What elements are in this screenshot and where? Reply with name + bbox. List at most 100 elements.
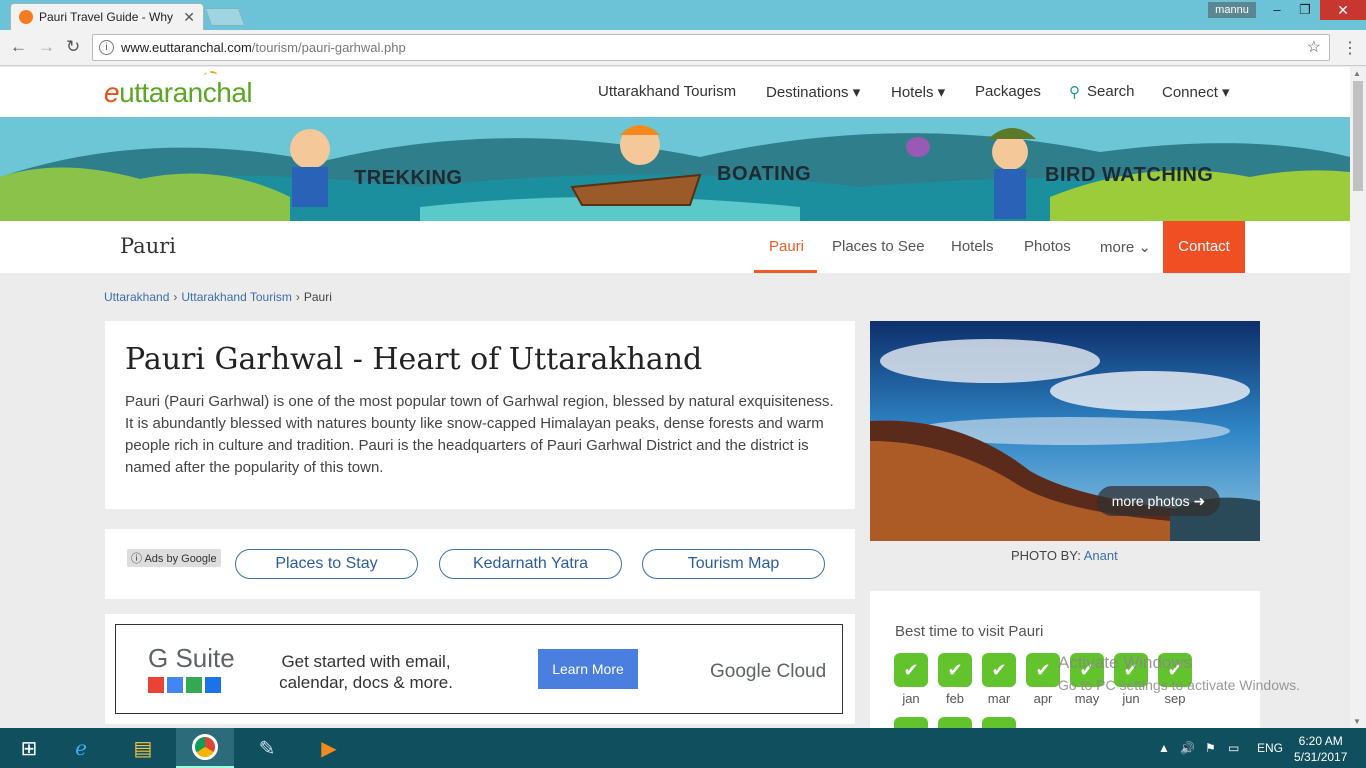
check-icon: [938, 717, 972, 728]
minimize-icon[interactable]: –: [1262, 0, 1292, 20]
profile-badge[interactable]: mannu: [1208, 2, 1256, 18]
search-icon[interactable]: ⚲: [1069, 83, 1080, 101]
notepad-icon[interactable]: ✎: [238, 728, 296, 768]
gsuite-ad-text: Get started with email, calendar, docs &…: [279, 652, 453, 692]
ad-link-tourism-map[interactable]: Tourism Map: [642, 549, 825, 579]
media-player-icon[interactable]: ▶: [300, 728, 358, 768]
network-icon[interactable]: ▭: [1228, 741, 1239, 755]
breadcrumb-uttarakhand-tourism[interactable]: Uttarakhand Tourism: [181, 290, 292, 304]
tab-photos[interactable]: Photos: [1024, 238, 1071, 255]
check-icon: ✔: [982, 653, 1016, 687]
check-icon: ✔: [894, 653, 928, 687]
calendar-icon: [205, 677, 221, 693]
clock[interactable]: 6:20 AM 5/31/2017: [1294, 733, 1347, 765]
url-path: /tourism/pauri-garhwal.php: [251, 40, 406, 55]
destination-subnav: Pauri Pauri Places to See Hotels Photos …: [0, 221, 1350, 273]
file-explorer-icon[interactable]: ▤: [114, 728, 172, 768]
tab-more[interactable]: more ⌄: [1100, 238, 1151, 256]
site-header: euttaranchal Uttarakhand Tourism Destina…: [0, 67, 1350, 117]
site-logo[interactable]: euttaranchal: [104, 77, 253, 109]
forward-icon[interactable]: →: [38, 37, 55, 57]
info-icon[interactable]: i: [99, 40, 114, 55]
tab-places-to-see[interactable]: Places to See: [832, 238, 925, 255]
nav-uttarakhand-tourism[interactable]: Uttarakhand Tourism: [598, 83, 736, 100]
browser-menu-icon[interactable]: ⋮: [1342, 38, 1358, 58]
activities-banner: TREKKING BOATING BIRD WATCHING: [0, 117, 1350, 221]
gsuite-app-icons: [148, 677, 221, 693]
bookmark-star-icon[interactable]: ☆: [1307, 35, 1321, 60]
tab-title: Pauri Travel Guide - Why: [39, 10, 174, 24]
ad-links-card: ⓘ Ads by Google Places to Stay Kedarnath…: [105, 529, 855, 599]
gsuite-logo: G Suite: [148, 643, 235, 673]
close-tab-icon[interactable]: ✕: [183, 9, 195, 26]
banner-label-trekking: TREKKING: [354, 167, 463, 189]
breadcrumb: Uttarakhand › Uttarakhand Tourism › Pauri: [104, 290, 332, 304]
banner-label-bird-watching: BIRD WATCHING: [1045, 164, 1214, 186]
destination-title: Pauri: [120, 234, 176, 258]
logo-sun-icon: [204, 71, 218, 81]
url-domain: www.euttaranchal.com: [121, 40, 252, 55]
reload-icon[interactable]: ↻: [66, 37, 80, 57]
web-page: euttaranchal Uttarakhand Tourism Destina…: [0, 67, 1350, 728]
nav-hotels[interactable]: Hotels ▾: [891, 83, 945, 101]
tray-overflow-icon[interactable]: ▲: [1158, 741, 1170, 755]
volume-icon[interactable]: 🔊: [1180, 741, 1195, 755]
site-favicon-icon: [19, 10, 33, 24]
scroll-up-icon: ▲: [1353, 69, 1361, 78]
check-icon: [982, 717, 1016, 728]
active-tab-indicator: [754, 270, 817, 273]
nav-destinations[interactable]: Destinations ▾: [766, 83, 860, 101]
url-input[interactable]: i www.euttaranchal.com/tourism/pauri-gar…: [92, 34, 1330, 61]
action-center-icon[interactable]: ⚑: [1205, 741, 1216, 755]
breadcrumb-current: Pauri: [303, 290, 332, 304]
address-bar: ← → ↻ i www.euttaranchal.com/tourism/pau…: [0, 30, 1366, 66]
scroll-down-icon: ▼: [1353, 717, 1361, 726]
restore-icon[interactable]: ❐: [1290, 0, 1320, 20]
month-mar: ✔ mar: [982, 653, 1016, 706]
back-icon[interactable]: ←: [10, 37, 27, 57]
gsuite-ad-card: G Suite Get started with email, calendar…: [105, 614, 855, 724]
nav-search[interactable]: Search: [1087, 83, 1135, 100]
check-icon: [894, 717, 928, 728]
month-next-row: [894, 717, 928, 728]
nav-connect[interactable]: Connect ▾: [1162, 83, 1230, 101]
drive-icon: [186, 677, 202, 693]
page-title: Pauri Garhwal - Heart of Uttarakhand: [125, 342, 703, 377]
check-icon: ✔: [938, 653, 972, 687]
internet-explorer-icon[interactable]: ℯ: [52, 728, 110, 768]
breadcrumb-uttarakhand[interactable]: Uttarakhand: [104, 290, 169, 304]
ad-link-places-to-stay[interactable]: Places to Stay: [235, 549, 418, 579]
month-next-row: [938, 717, 972, 728]
windows-start-icon[interactable]: ⊞: [0, 728, 58, 768]
new-tab-button[interactable]: [204, 8, 246, 26]
gsuite-ad[interactable]: G Suite Get started with email, calendar…: [115, 624, 843, 714]
month-jan: ✔ jan: [894, 653, 928, 706]
destination-photo[interactable]: more photos ➜: [870, 321, 1260, 541]
vertical-scrollbar[interactable]: ▲ ▼: [1350, 67, 1366, 728]
gmail-icon: [148, 677, 164, 693]
language-indicator[interactable]: ENG: [1257, 741, 1283, 755]
windows-taskbar: ⊞ ℯ ▤ ✎ ▶ ▲ 🔊 ⚑ ▭ ENG 6:20 AM 5/31/2017: [0, 728, 1366, 768]
scrollbar-thumb[interactable]: [1353, 81, 1363, 191]
chrome-icon[interactable]: [176, 728, 234, 768]
month-apr: ✔ apr: [1026, 653, 1060, 706]
more-photos-button[interactable]: more photos ➜: [1097, 486, 1220, 516]
contact-button[interactable]: Contact: [1163, 221, 1245, 273]
browser-titlebar: Pauri Travel Guide - Why ✕ mannu – ❐ ✕: [0, 0, 1366, 30]
activate-windows-watermark: Activate Windows Go to PC settings to ac…: [1058, 653, 1300, 693]
tab-pauri[interactable]: Pauri: [769, 238, 804, 255]
ads-by-google-label[interactable]: ⓘ Ads by Google: [127, 549, 221, 567]
photo-credit-link[interactable]: Anant: [1084, 548, 1118, 563]
nav-packages[interactable]: Packages: [975, 83, 1041, 100]
browser-tab[interactable]: Pauri Travel Guide - Why ✕: [10, 3, 204, 30]
tab-hotels[interactable]: Hotels: [951, 238, 994, 255]
intro-card: Pauri Garhwal - Heart of Uttarakhand Pau…: [105, 321, 855, 509]
ad-link-kedarnath-yatra[interactable]: Kedarnath Yatra: [439, 549, 622, 579]
banner-label-boating: BOATING: [717, 163, 812, 185]
month-next-row: [982, 717, 1016, 728]
learn-more-button[interactable]: Learn More: [538, 649, 638, 689]
close-window-icon[interactable]: ✕: [1320, 0, 1366, 20]
docs-icon: [167, 677, 183, 693]
intro-text: Pauri (Pauri Garhwal) is one of the most…: [125, 393, 834, 476]
best-time-title: Best time to visit Pauri: [895, 623, 1044, 640]
